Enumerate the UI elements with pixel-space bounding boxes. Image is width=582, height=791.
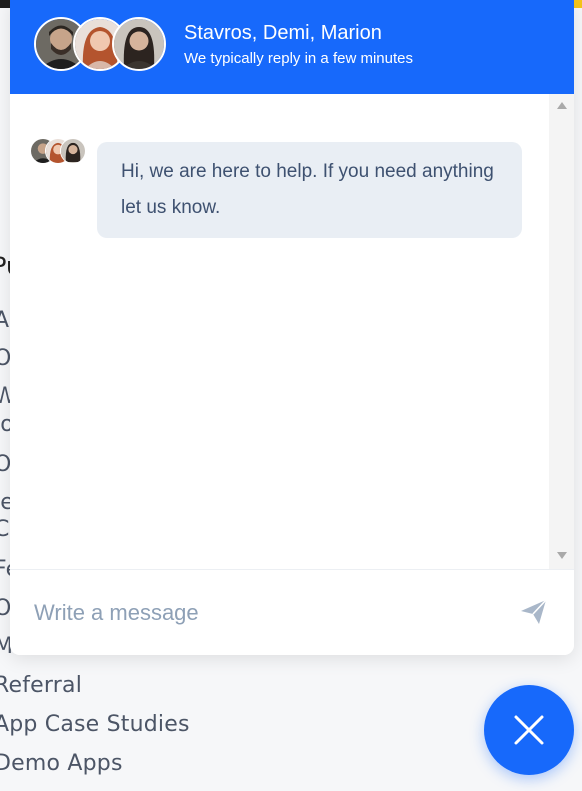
message-list[interactable]: Hi, we are here to help. If you need any… xyxy=(10,94,549,569)
background-link-app-case-studies[interactable]: App Case Studies xyxy=(0,712,190,737)
send-button[interactable] xyxy=(519,597,549,627)
message-avatars xyxy=(30,138,90,164)
chat-widget: Stavros, Demi, Marion We typically reply… xyxy=(10,0,574,655)
background-link-referral[interactable]: Referral xyxy=(0,673,82,698)
reply-time-note: We typically reply in a few minutes xyxy=(184,50,413,67)
close-chat-button[interactable] xyxy=(484,685,574,775)
avatar-marion xyxy=(112,17,166,71)
chat-header: Stavros, Demi, Marion We typically reply… xyxy=(10,0,574,94)
scroll-down-arrow-icon[interactable] xyxy=(557,552,567,559)
mini-avatar-marion xyxy=(60,138,86,164)
message-bubble: Hi, we are here to help. If you need any… xyxy=(97,142,522,238)
background-link-demo-apps[interactable]: Demo Apps xyxy=(0,751,123,776)
message-composer xyxy=(10,569,574,655)
send-icon xyxy=(521,599,547,624)
team-names: Stavros, Demi, Marion xyxy=(184,22,382,44)
message-input[interactable] xyxy=(32,592,496,634)
team-avatars xyxy=(34,17,169,71)
scroll-up-arrow-icon[interactable] xyxy=(557,102,567,109)
message-scrollbar[interactable] xyxy=(549,94,574,569)
close-icon xyxy=(514,715,544,745)
